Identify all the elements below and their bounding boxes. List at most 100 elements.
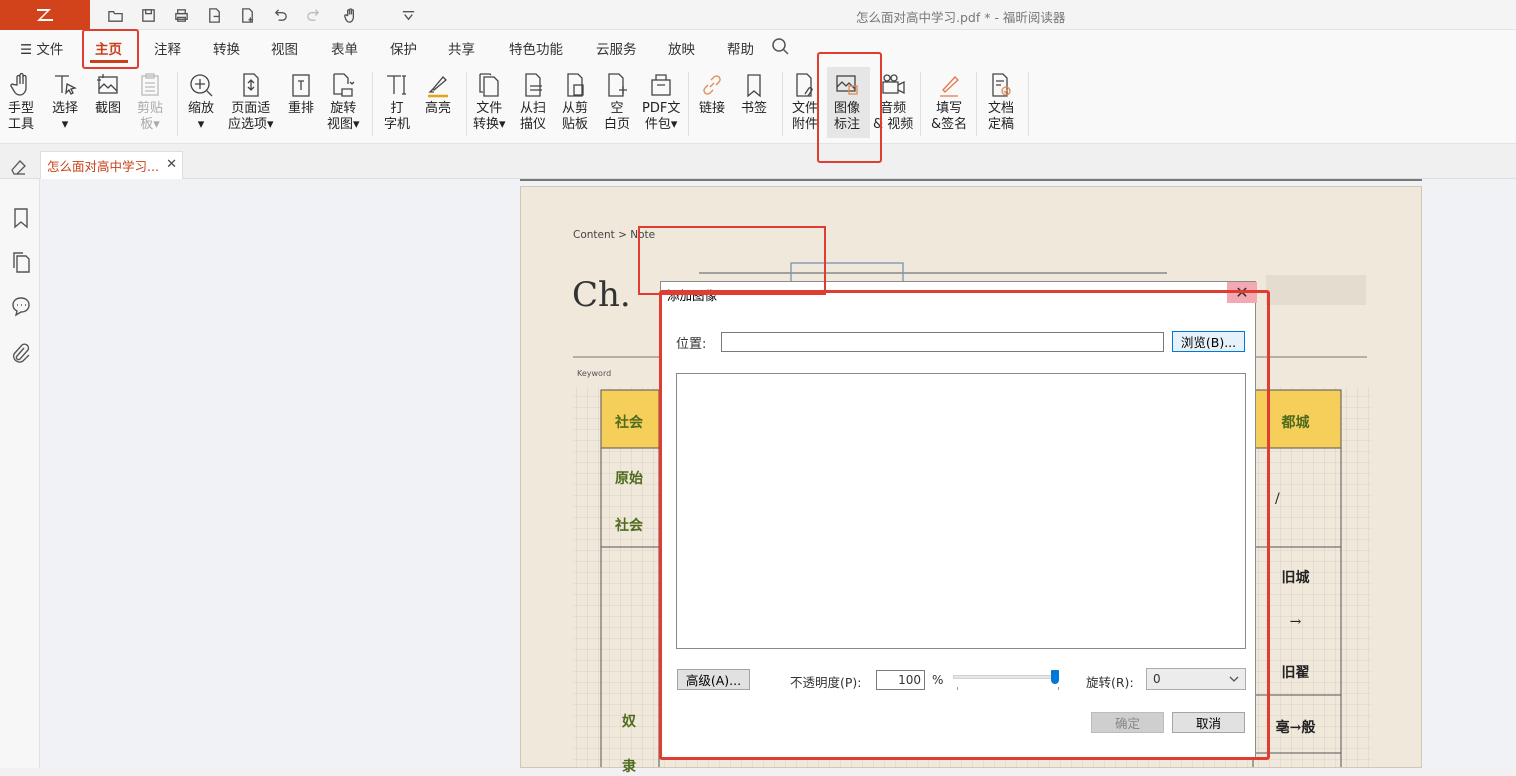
page-heading: Ch. — [572, 275, 631, 315]
document-tab-label: 怎么面对高中学习... — [47, 159, 159, 174]
save-icon[interactable] — [137, 5, 159, 25]
table-cell: 原始 — [615, 471, 643, 487]
rotate-view-button[interactable]: 旋转 视图▾ — [327, 72, 360, 133]
tab-close-icon[interactable]: ✕ — [166, 157, 177, 172]
blank-page-button[interactable]: 空 白页 — [604, 72, 630, 133]
table-cell: 隶 — [622, 759, 636, 775]
zoom-label: 缩放 ▾ — [188, 101, 215, 132]
menu-cloud[interactable]: 云服务 — [596, 38, 637, 58]
redo-icon — [302, 5, 324, 25]
highlighter-icon — [428, 76, 448, 98]
ribbon-separator — [177, 72, 178, 136]
menu-share[interactable]: 共享 — [448, 38, 475, 58]
menu-file[interactable]: ☰ 文件 — [20, 38, 63, 58]
link-label: 链接 — [699, 101, 726, 116]
clipboard-button[interactable]: 剪贴 板▾ — [137, 72, 163, 133]
text-select-icon — [55, 75, 77, 95]
menu-help[interactable]: 帮助 — [727, 38, 754, 58]
rotate-view-label: 旋转 视图▾ — [327, 101, 360, 132]
file-attachment-button[interactable]: 文件 附件 — [792, 72, 818, 133]
menu-features[interactable]: 特色功能 — [509, 38, 563, 58]
typewriter-icon — [387, 75, 406, 95]
menu-form[interactable]: 表单 — [331, 38, 358, 58]
table-cell: 奴 — [622, 714, 636, 730]
menu-convert[interactable]: 转换 — [213, 38, 240, 58]
blank-page-icon — [608, 73, 627, 97]
rotate-view-icon — [333, 73, 355, 97]
fit-page-icon — [243, 73, 259, 97]
fit-page-button[interactable]: 页面适 应选项▾ — [228, 72, 274, 133]
highlight-button[interactable]: 高亮 — [425, 72, 451, 117]
from-clipboard-button[interactable]: 从剪 贴板 — [562, 72, 588, 133]
app-logo[interactable] — [0, 0, 90, 30]
reflow-button[interactable]: 重排 — [288, 72, 314, 117]
highlight-box-page-area — [638, 226, 826, 295]
comments-panel-icon[interactable] — [11, 295, 31, 317]
search-icon[interactable] — [771, 37, 791, 57]
export-icon[interactable] — [203, 5, 225, 25]
ribbon-separator — [1028, 72, 1029, 136]
typewriter-button[interactable]: 打 字机 — [384, 72, 410, 133]
finalize-doc-label: 文档 定稿 — [988, 101, 1015, 132]
paste-file-icon — [567, 73, 584, 97]
from-clipboard-label: 从剪 贴板 — [562, 101, 589, 132]
clipboard-icon — [141, 73, 159, 96]
eraser-icon[interactable] — [9, 158, 29, 178]
new-file-icon[interactable] — [236, 5, 258, 25]
scanner-icon — [525, 73, 542, 97]
reflow-label: 重排 — [288, 101, 315, 116]
window-title: 怎么面对高中学习.pdf * - 福昕阅读器 — [856, 10, 1066, 25]
hand-dropdown-icon[interactable] — [337, 5, 363, 25]
hand-tool-button[interactable]: 手型 工具 — [8, 72, 34, 133]
ribbon-separator — [372, 72, 373, 136]
pdf-package-button[interactable]: PDF文 件包▾ — [642, 72, 680, 133]
fit-page-label: 页面适 应选项▾ — [228, 101, 274, 132]
bookmark-button[interactable]: 书签 — [741, 72, 767, 117]
menu-view[interactable]: 视图 — [271, 38, 298, 58]
file-attachment-label: 文件 附件 — [792, 101, 819, 132]
ribbon-separator — [782, 72, 783, 136]
table-cell: 社会 — [615, 415, 643, 431]
menu-slideshow[interactable]: 放映 — [668, 38, 695, 58]
file-convert-icon — [479, 73, 499, 97]
video-camera-icon — [882, 74, 905, 95]
attachments-panel-icon[interactable] — [11, 342, 31, 364]
page-keyword: Keyword — [577, 369, 612, 378]
pdf-package-icon — [651, 74, 671, 96]
zoom-button[interactable]: 缩放 ▾ — [188, 72, 214, 133]
screenshot-label: 截图 — [95, 101, 122, 116]
select-button[interactable]: 选择 ▾ — [52, 72, 78, 133]
table-cell: / — [1275, 491, 1280, 507]
link-button[interactable]: 链接 — [699, 72, 725, 117]
page-top-edge — [520, 179, 1422, 181]
from-scanner-button[interactable]: 从扫 描仪 — [520, 72, 546, 133]
link-icon — [703, 75, 721, 95]
customize-dropdown-icon[interactable] — [397, 5, 419, 25]
file-convert-button[interactable]: 文件 转换▾ — [473, 72, 506, 133]
zoom-icon — [190, 74, 213, 97]
screenshot-button[interactable]: 截图 — [95, 72, 121, 117]
undo-icon[interactable] — [269, 5, 291, 25]
finalize-doc-icon — [992, 73, 1011, 97]
tab-bar — [0, 144, 1516, 179]
highlight-box-home-tab — [82, 29, 139, 69]
reflow-icon — [292, 74, 310, 97]
menu-file-label: 文件 — [36, 42, 64, 58]
pages-panel-icon[interactable] — [11, 251, 31, 273]
menu-protect[interactable]: 保护 — [390, 38, 417, 58]
open-icon[interactable] — [104, 5, 126, 25]
menu-comment[interactable]: 注释 — [154, 38, 181, 58]
bookmarks-panel-icon[interactable] — [11, 207, 31, 229]
fill-sign-button[interactable]: 填写 &签名 — [931, 72, 967, 133]
pen-sign-icon — [940, 76, 960, 97]
from-scanner-label: 从扫 描仪 — [520, 101, 547, 132]
ribbon-separator — [920, 72, 921, 136]
pdf-package-label: PDF文 件包▾ — [642, 101, 681, 132]
blank-page-label: 空 白页 — [604, 101, 631, 132]
document-tab[interactable]: 怎么面对高中学习... ✕ — [40, 151, 183, 179]
print-icon[interactable] — [170, 5, 192, 25]
title-bar — [0, 0, 1516, 30]
screenshot-icon — [97, 74, 118, 94]
typewriter-label: 打 字机 — [384, 101, 411, 132]
finalize-doc-button[interactable]: 文档 定稿 — [988, 72, 1014, 133]
